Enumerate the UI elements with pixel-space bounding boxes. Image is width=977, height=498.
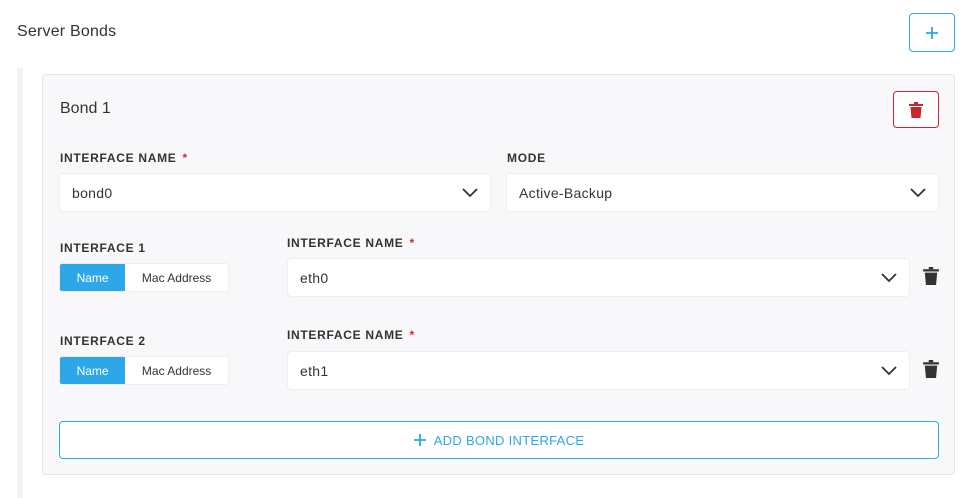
required-mark: * <box>409 328 415 342</box>
interface-1-toggle-mac[interactable]: Mac Address <box>125 264 228 291</box>
interface-2-mode-toggle: Name Mac Address <box>59 356 229 385</box>
interface-2-toggle-name[interactable]: Name <box>60 357 126 384</box>
add-bond-button[interactable] <box>909 13 955 52</box>
add-bond-interface-button[interactable]: ADD BOND INTERFACE <box>59 421 939 459</box>
trash-icon <box>909 101 923 118</box>
remove-interface-2-trash-icon[interactable] <box>923 360 939 378</box>
interface-name-label: INTERFACE NAME * <box>60 151 188 165</box>
interface-1-label: INTERFACE 1 <box>60 241 146 255</box>
bond-title: Bond 1 <box>60 100 111 117</box>
chevron-down-icon <box>462 187 478 197</box>
chevron-down-icon <box>910 187 926 197</box>
add-bond-interface-label: ADD BOND INTERFACE <box>433 432 585 448</box>
interface-1-mode-toggle: Name Mac Address <box>59 263 229 292</box>
section-title: Server Bonds <box>17 23 117 40</box>
interface-1-name-label: INTERFACE NAME * <box>287 236 415 250</box>
mode-value: Active-Backup <box>519 184 613 201</box>
interface-2-name-select[interactable]: eth1 <box>287 351 910 390</box>
bond-interface-name-value: bond0 <box>72 184 113 201</box>
interface-1-name-value: eth0 <box>300 269 329 286</box>
server-bonds-page: Server Bonds Bond 1 INTERFACE NAME * bond… <box>0 0 977 498</box>
interface-2-name-label: INTERFACE NAME * <box>287 328 415 342</box>
chevron-down-icon <box>881 272 897 282</box>
bond-card: Bond 1 INTERFACE NAME * bond0 MODE Active… <box>42 74 955 475</box>
mode-select[interactable]: Active-Backup <box>506 173 939 212</box>
interface-1-toggle-name[interactable]: Name <box>60 264 126 291</box>
interface-2-name-value: eth1 <box>300 362 329 379</box>
plus-icon <box>413 434 426 446</box>
interface-1-name-label-text: INTERFACE NAME <box>287 236 404 250</box>
required-mark: * <box>409 236 415 250</box>
interface-name-label-text: INTERFACE NAME <box>60 151 177 165</box>
chevron-down-icon <box>881 365 897 375</box>
interface-1-name-select[interactable]: eth0 <box>287 258 910 297</box>
plus-icon <box>926 26 938 39</box>
delete-bond-button[interactable] <box>893 91 939 128</box>
required-mark: * <box>182 151 188 165</box>
bond-list-rail <box>17 68 23 498</box>
interface-2-name-label-text: INTERFACE NAME <box>287 328 404 342</box>
interface-2-toggle-mac[interactable]: Mac Address <box>125 357 228 384</box>
mode-label: MODE <box>507 151 546 165</box>
bond-interface-name-select[interactable]: bond0 <box>59 173 491 212</box>
remove-interface-1-trash-icon[interactable] <box>923 267 939 285</box>
interface-2-label: INTERFACE 2 <box>60 334 146 348</box>
